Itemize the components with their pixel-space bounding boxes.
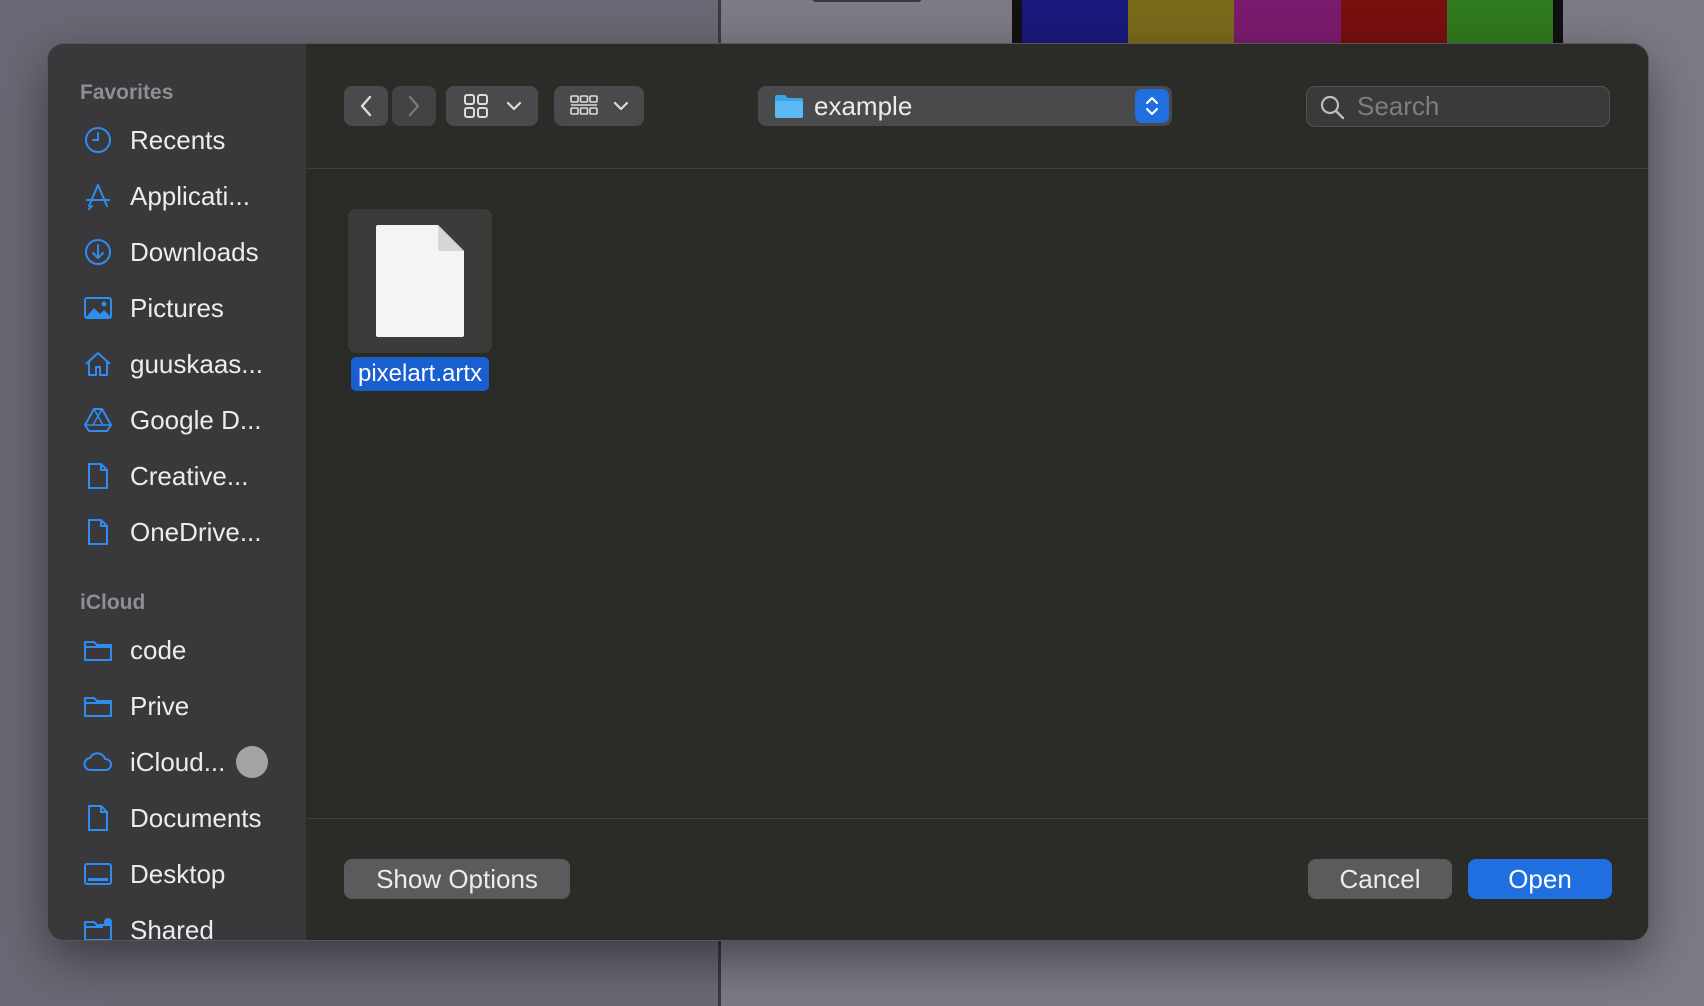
pictures-icon [82, 292, 114, 324]
sidebar-item-label: Shared [130, 914, 214, 941]
toolbar: example [306, 44, 1648, 169]
chevron-left-icon [360, 95, 372, 117]
folder-icon [82, 690, 114, 722]
open-file-dialog: Favorites Recents Applicati... Downloads… [48, 44, 1648, 940]
sidebar-item-label: Pictures [130, 292, 224, 323]
sidebar-item-label: Recents [130, 124, 226, 155]
download-icon [82, 236, 114, 268]
show-options-button[interactable]: Show Options [344, 859, 570, 899]
palette-swatch [1234, 0, 1341, 44]
back-button[interactable] [344, 86, 388, 126]
document-icon [82, 802, 114, 834]
sidebar-item-desktop[interactable]: Desktop [48, 846, 306, 902]
shared-folder-icon [82, 914, 114, 940]
file-thumbnail [348, 209, 492, 353]
sidebar-item-label: Applicati... [130, 180, 250, 211]
file-name: pixelart.artx [350, 357, 490, 391]
cancel-button[interactable]: Cancel [1308, 859, 1452, 899]
sidebar-item-label: code [130, 634, 187, 665]
sidebar-item-creative-cloud[interactable]: Creative... [48, 448, 306, 504]
chevron-updown-icon [1145, 96, 1159, 116]
sidebar-item-shared[interactable]: Shared [48, 902, 306, 940]
desktop-icon [82, 858, 114, 890]
sidebar-section-favorites: Favorites [80, 81, 174, 104]
file-browser: pixelart.artx [306, 169, 1648, 818]
sidebar-item-label: Google D... [130, 404, 262, 435]
sidebar-item-label: guuskaas... [130, 348, 263, 379]
group-by-button[interactable] [554, 86, 644, 126]
sidebar-item-label: Creative... [130, 460, 249, 491]
background-color-palette [1012, 0, 1563, 44]
location-label: example [814, 90, 913, 121]
applications-icon [82, 180, 114, 212]
sidebar-item-applications[interactable]: Applicati... [48, 168, 306, 224]
sidebar-item-home[interactable]: guuskaas... [48, 336, 306, 392]
sidebar-item-label: Desktop [130, 858, 226, 889]
palette-swatch [1128, 0, 1235, 44]
open-button[interactable]: Open [1468, 859, 1612, 899]
sidebar-item-code[interactable]: code [48, 622, 306, 678]
dialog-footer: Show Options Cancel Open [306, 818, 1648, 940]
sidebar-item-downloads[interactable]: Downloads [48, 224, 306, 280]
main-pane: example pixelart.artx [306, 44, 1648, 940]
location-stepper[interactable] [1135, 89, 1169, 123]
cloud-icon [82, 746, 114, 778]
location-popup[interactable]: example [758, 86, 1172, 126]
sidebar-item-recents[interactable]: Recents [48, 112, 306, 168]
folder-icon [775, 95, 803, 118]
sidebar-item-label: Prive [130, 690, 190, 721]
sidebar-item-pictures[interactable]: Pictures [48, 280, 306, 336]
sidebar-item-onedrive[interactable]: OneDrive... [48, 504, 306, 560]
sidebar-item-google-drive[interactable]: Google D... [48, 392, 306, 448]
folder-icon [82, 634, 114, 666]
document-icon [82, 460, 114, 492]
chevron-down-icon [613, 101, 629, 111]
chevron-right-icon [408, 95, 420, 117]
sidebar-item-icloud-drive[interactable]: iCloud... [48, 734, 306, 790]
palette-swatch [1446, 0, 1554, 44]
palette-swatch [1340, 0, 1447, 44]
sidebar-item-label: OneDrive... [130, 516, 262, 547]
home-icon [82, 348, 114, 380]
document-file-icon [376, 225, 464, 337]
group-grid-icon [570, 95, 598, 115]
palette-swatch [1022, 0, 1129, 44]
sidebar: Favorites Recents Applicati... Downloads… [48, 44, 306, 940]
sidebar-item-label: iCloud... [130, 746, 226, 777]
search-input[interactable] [1357, 91, 1577, 122]
sidebar-item-label: Documents [130, 802, 262, 833]
sidebar-item-label: Downloads [130, 236, 259, 267]
forward-button[interactable] [392, 86, 436, 126]
search-field[interactable] [1306, 86, 1610, 127]
chevron-down-icon [506, 101, 521, 111]
background-pill [812, 0, 922, 2]
sidebar-section-icloud: iCloud [80, 591, 146, 614]
google-drive-icon [82, 404, 114, 436]
icon-view-grid-icon [463, 94, 488, 118]
sidebar-item-documents[interactable]: Documents [48, 790, 306, 846]
sidebar-item-prive[interactable]: Prive [48, 678, 306, 734]
sync-status-indicator [236, 746, 268, 778]
file-item[interactable]: pixelart.artx [344, 209, 496, 391]
clock-icon [82, 124, 114, 156]
view-mode-button[interactable] [446, 86, 538, 126]
document-icon [82, 516, 114, 548]
search-icon [1320, 95, 1345, 119]
